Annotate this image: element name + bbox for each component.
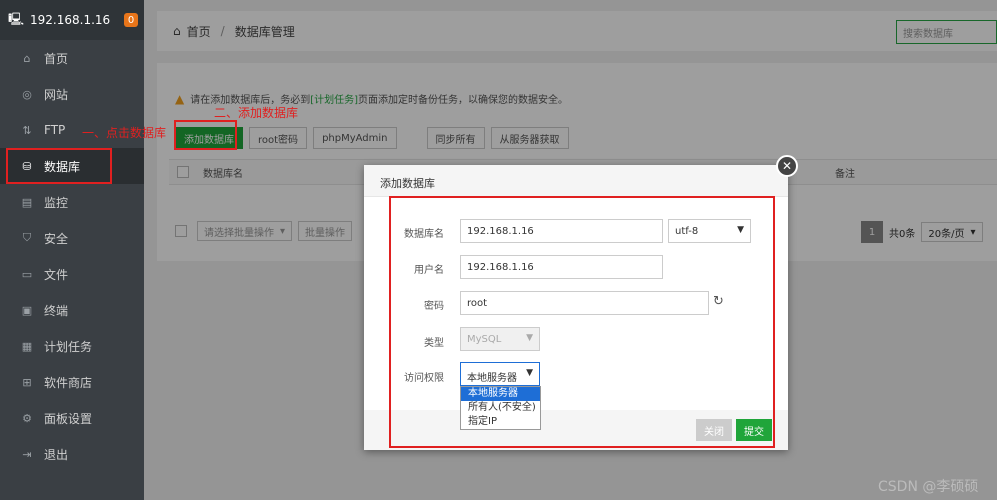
annotation-box-database-menu (6, 148, 112, 184)
annotation-box-form (389, 196, 775, 448)
sidebar-item-label: 监控 (44, 195, 69, 210)
sidebar-item-label: 退出 (44, 447, 69, 462)
shield-icon: ⛉ (22, 231, 32, 244)
annotation-step2: 二、添加数据库 (214, 106, 299, 120)
annotation-box-add-button (174, 120, 237, 150)
annotation-step1: 一、点击数据库 (82, 126, 167, 140)
sidebar-item-label: 面板设置 (44, 411, 93, 426)
gear-icon: ⚙ (22, 411, 32, 425)
sidebar-item-label: 网站 (44, 87, 69, 102)
sidebar-item-0[interactable]: ⌂ 首页 (0, 40, 144, 76)
watermark: CSDN @李硕硕 (878, 479, 979, 495)
globe-icon: ◎ (22, 87, 32, 101)
sidebar-item-5[interactable]: ⛉ 安全 (0, 220, 144, 256)
grid-icon: ⊞ (22, 375, 32, 389)
sidebar-item-7[interactable]: ▣ 终端 (0, 292, 144, 328)
dialog-title: 添加数据库 (364, 165, 788, 197)
sidebar-item-4[interactable]: ▤ 监控 (0, 184, 144, 220)
calendar-icon: ▦ (21, 339, 33, 353)
sidebar-item-label: 首页 (44, 51, 69, 66)
sidebar-item-6[interactable]: ▭ 文件 (0, 256, 144, 292)
home-icon: ⌂ (23, 51, 31, 65)
sidebar-header: 🖳 192.168.1.16 0 (0, 0, 144, 40)
sidebar-item-10[interactable]: ⚙ 面板设置 (0, 400, 144, 436)
ftp-icon: ⇅ (22, 123, 32, 137)
sidebar-item-label: FTP (44, 123, 66, 137)
server-icon: 🖳 (8, 11, 25, 26)
sidebar-item-label: 安全 (44, 231, 69, 246)
monitor-icon: ▤ (21, 195, 33, 209)
sidebar-item-8[interactable]: ▦ 计划任务 (0, 328, 144, 364)
sidebar-item-9[interactable]: ⊞ 软件商店 (0, 364, 144, 400)
sidebar-item-11[interactable]: ⇥ 退出 (0, 436, 144, 472)
logout-icon: ⇥ (22, 447, 32, 461)
close-icon[interactable]: ✕ (776, 155, 798, 177)
sidebar-item-label: 软件商店 (44, 375, 93, 390)
sidebar: 🖳 192.168.1.16 0 ⌂ 首页 ◎ 网站 ⇅ FTP ⛁ 数据库 ▤ 监控 ⛉ 安全 ▭ 文件… (0, 0, 144, 500)
sidebar-item-label: 计划任务 (44, 339, 93, 354)
sidebar-item-label: 文件 (44, 267, 69, 282)
message-badge[interactable]: 0 (124, 13, 138, 27)
folder-icon: ▭ (21, 267, 33, 281)
sidebar-item-1[interactable]: ◎ 网站 (0, 76, 144, 112)
sidebar-item-label: 终端 (44, 303, 69, 318)
server-ip: 192.168.1.16 (30, 13, 111, 27)
terminal-icon: ▣ (21, 303, 33, 317)
